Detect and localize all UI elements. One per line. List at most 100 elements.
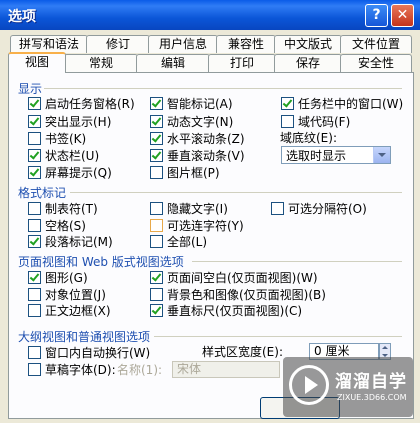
checkbox-bookmarks[interactable]: 书签(K): [28, 131, 86, 147]
checkbox-box[interactable]: [28, 149, 41, 162]
checkbox-label: 屏幕提示(Q): [45, 166, 112, 180]
checkbox-box[interactable]: [281, 97, 294, 110]
checkbox-box[interactable]: [150, 235, 163, 248]
outline-view-section-title: 大纲视图和普通视图选项: [18, 330, 151, 344]
checkbox-label: 水平滚动条(Z): [167, 132, 245, 146]
draft-font-name-select[interactable]: 宋体: [172, 361, 280, 378]
checkbox-box[interactable]: [150, 271, 163, 284]
checkbox-picture-placeholders[interactable]: 图片框(P): [150, 165, 220, 181]
checkbox-label: 图形(G): [45, 271, 88, 285]
draft-font-name-label: 名称(1):: [117, 363, 163, 377]
checkbox-label: 垂直标尺(仅页面视图)(C): [167, 304, 303, 318]
checkbox-label: 正文边框(X): [45, 304, 111, 318]
checkbox-label: 任务栏中的窗口(W): [298, 97, 404, 111]
display-section-title: 显示: [18, 82, 43, 96]
style-area-width-label: 样式区宽度(E):: [202, 345, 283, 359]
checkbox-box[interactable]: [28, 166, 41, 179]
print-view-section-title: 页面视图和 Web 版式视图选项: [18, 255, 184, 269]
checkbox-box[interactable]: [28, 271, 41, 284]
watermark-text: 溜溜自学: [335, 372, 407, 392]
checkbox-wrap-to-window[interactable]: 窗口内自动换行(W): [28, 345, 150, 361]
checkbox-box[interactable]: [28, 132, 41, 145]
checkbox-box[interactable]: [28, 235, 41, 248]
checkbox-box[interactable]: [150, 132, 163, 145]
checkbox-screen-tips[interactable]: 屏幕提示(Q): [28, 165, 112, 181]
checkbox-box[interactable]: [150, 97, 163, 110]
checkbox-box[interactable]: [150, 115, 163, 128]
checkbox-label: 全部(L): [167, 235, 208, 249]
checkbox-spaces[interactable]: 空格(S): [28, 218, 86, 234]
checkbox-box[interactable]: [281, 115, 294, 128]
checkbox-label: 隐藏文字(I): [167, 202, 228, 216]
checkbox-box[interactable]: [28, 304, 41, 317]
style-area-width-value: 0 厘米: [314, 344, 350, 358]
checkbox-label: 书签(K): [45, 132, 87, 146]
field-shading-select[interactable]: 选取时显示: [281, 146, 391, 164]
options-dialog: 选项 ? ✕ 拼写和语法 修订 用户信息 兼容性 中文版式 文件位置 视图 常规…: [0, 0, 420, 423]
print-view-separator: [192, 261, 402, 262]
field-shading-value: 选取时显示: [286, 149, 347, 163]
checkbox-box[interactable]: [28, 219, 41, 232]
checkbox-text-boundaries[interactable]: 正文边框(X): [28, 303, 111, 319]
checkbox-vertical-scrollbar[interactable]: 垂直滚动条(V): [150, 148, 245, 164]
checkbox-box[interactable]: [150, 304, 163, 317]
checkbox-label: 垂直滚动条(V): [167, 149, 245, 163]
format-marks-section-title: 格式标记: [18, 186, 67, 200]
checkbox-label: 段落标记(M): [45, 235, 113, 249]
checkbox-label: 制表符(T): [45, 202, 98, 216]
checkbox-label: 启动任务窗格(R): [45, 97, 135, 111]
checkbox-box[interactable]: [150, 149, 163, 162]
play-logo-icon: [289, 365, 329, 405]
checkbox-label: 可选连字符(Y): [167, 219, 244, 233]
checkbox-drawings[interactable]: 图形(G): [28, 270, 88, 286]
format-marks-separator: [70, 192, 402, 193]
checkbox-white-space-between-pages[interactable]: 页面间空白(仅页面视图)(W): [150, 270, 318, 286]
checkbox-label: 页面间空白(仅页面视图)(W): [167, 271, 318, 285]
checkbox-label: 可选分隔符(O): [288, 202, 367, 216]
checkbox-box[interactable]: [28, 115, 41, 128]
checkbox-box[interactable]: [150, 202, 163, 215]
checkbox-field-codes[interactable]: 域代码(F): [281, 114, 350, 130]
checkbox-all-marks[interactable]: 全部(L): [150, 234, 207, 250]
checkbox-label: 状态栏(U): [45, 149, 100, 163]
checkbox-label: 对象位置(J): [45, 288, 106, 302]
checkbox-smart-tags[interactable]: 智能标记(A): [150, 96, 233, 112]
checkbox-box[interactable]: [150, 219, 163, 232]
checkbox-box[interactable]: [150, 288, 163, 301]
checkbox-label: 动态文字(N): [167, 115, 234, 129]
checkbox-label: 背景色和图像(仅页面视图)(B): [167, 288, 326, 302]
checkbox-hidden-text[interactable]: 隐藏文字(I): [150, 201, 228, 217]
checkbox-animated-text[interactable]: 动态文字(N): [150, 114, 233, 130]
checkbox-box[interactable]: [28, 346, 41, 359]
checkbox-box[interactable]: [28, 363, 41, 376]
checkbox-draft-font[interactable]: 草稿字体(D):: [28, 362, 116, 378]
checkbox-box[interactable]: [28, 288, 41, 301]
checkbox-label: 窗口内自动换行(W): [45, 346, 151, 360]
checkbox-label: 智能标记(A): [167, 97, 233, 111]
checkbox-label: 域代码(F): [298, 115, 351, 129]
checkbox-label: 草稿字体(D):: [45, 363, 116, 377]
checkbox-object-anchors[interactable]: 对象位置(J): [28, 287, 106, 303]
display-separator: [44, 88, 402, 89]
watermark: 溜溜自学 ZIXUE.3D66.COM: [283, 357, 413, 417]
checkbox-vertical-ruler[interactable]: 垂直标尺(仅页面视图)(C): [150, 303, 302, 319]
checkbox-optional-hyphens[interactable]: 可选连字符(Y): [150, 218, 244, 234]
checkbox-label: 图片框(P): [167, 166, 220, 180]
draft-font-name-value: 宋体: [177, 362, 202, 376]
checkbox-background-colors-images[interactable]: 背景色和图像(仅页面视图)(B): [150, 287, 326, 303]
checkbox-box[interactable]: [28, 202, 41, 215]
checkbox-box[interactable]: [150, 166, 163, 179]
checkbox-windows-in-taskbar[interactable]: 任务栏中的窗口(W): [281, 96, 403, 112]
checkbox-horizontal-scrollbar[interactable]: 水平滚动条(Z): [150, 131, 245, 147]
checkbox-tab-characters[interactable]: 制表符(T): [28, 201, 98, 217]
checkbox-label: 空格(S): [45, 219, 86, 233]
checkbox-status-bar[interactable]: 状态栏(U): [28, 148, 99, 164]
chevron-down-icon[interactable]: [373, 147, 390, 163]
checkbox-optional-breaks[interactable]: 可选分隔符(O): [271, 201, 367, 217]
checkbox-paragraph-marks[interactable]: 段落标记(M): [28, 234, 113, 250]
watermark-subtext: ZIXUE.3D66.COM: [337, 393, 407, 402]
checkbox-highlight[interactable]: 突出显示(H): [28, 114, 111, 130]
checkbox-box[interactable]: [271, 202, 284, 215]
checkbox-box[interactable]: [28, 97, 41, 110]
checkbox-startup-task-pane[interactable]: 启动任务窗格(R): [28, 96, 135, 112]
